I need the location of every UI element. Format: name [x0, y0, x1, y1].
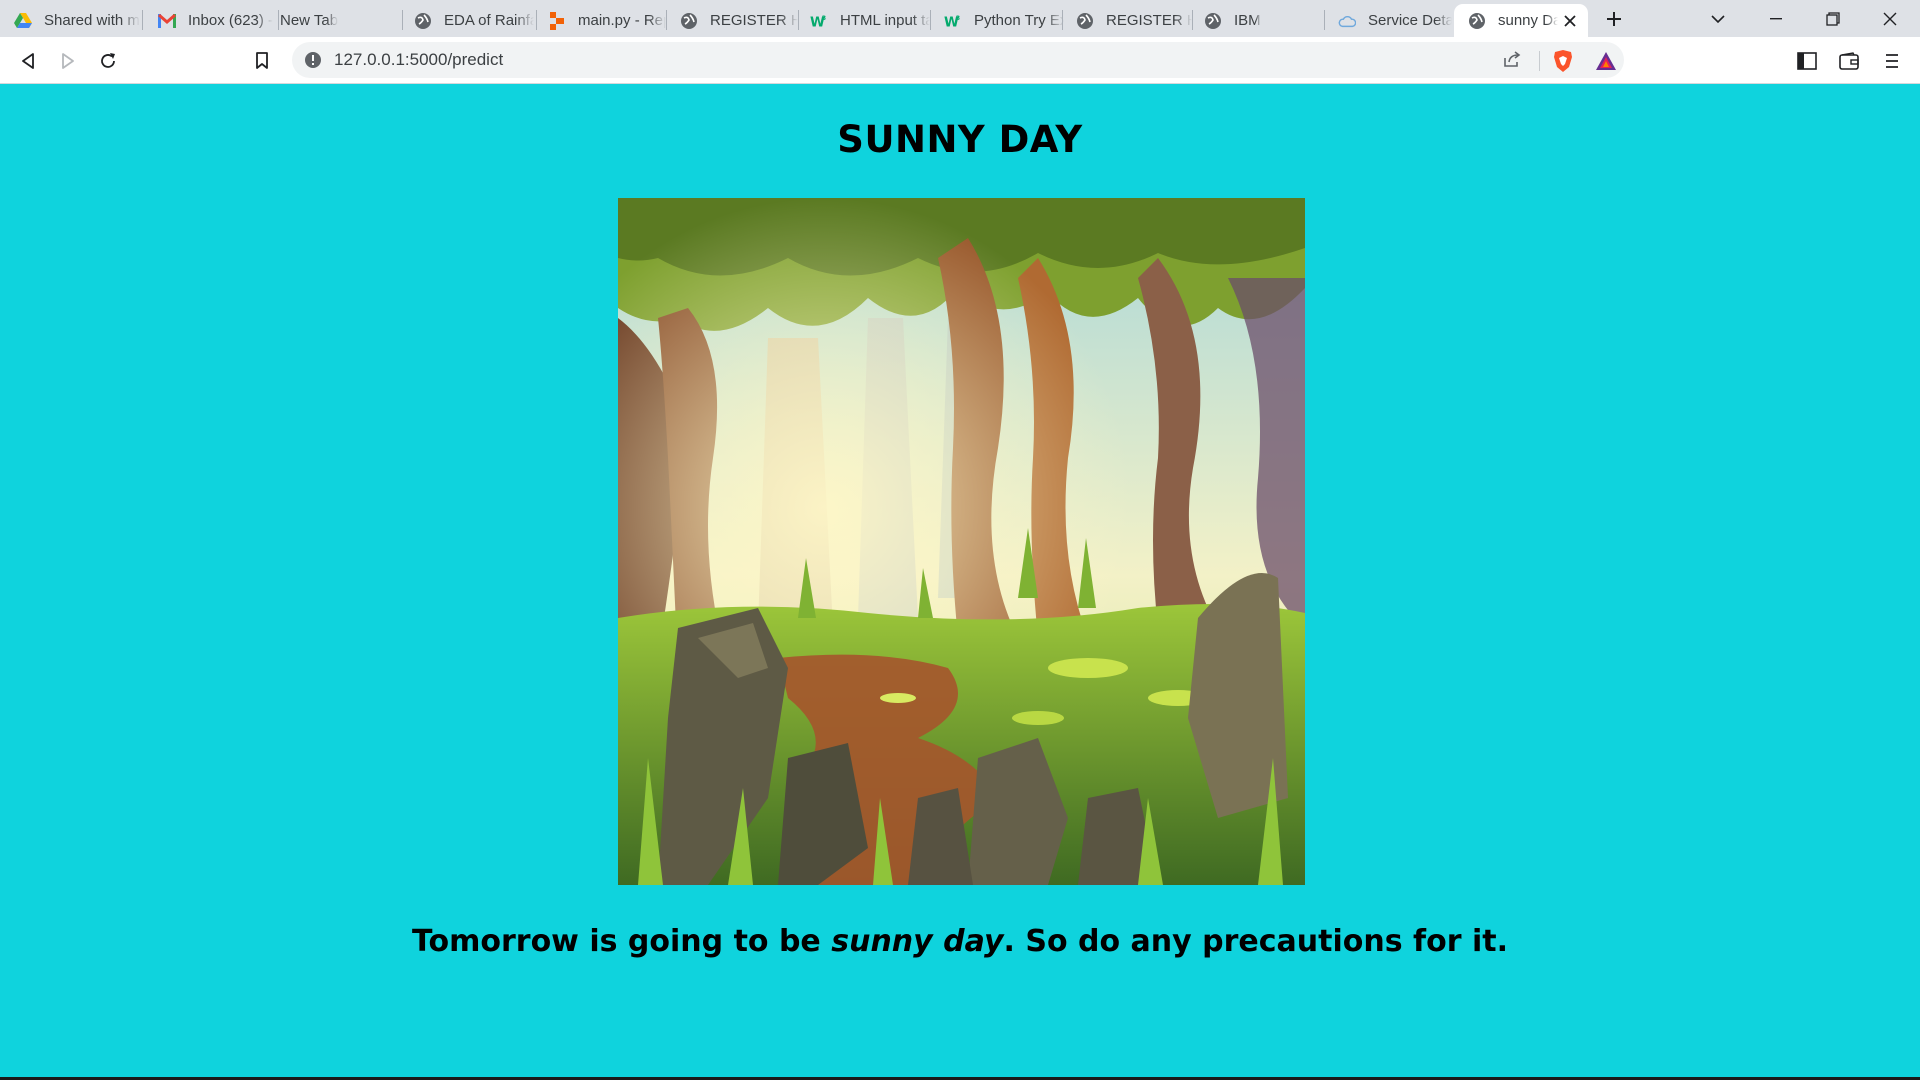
site-info-icon[interactable] — [304, 51, 322, 74]
tab-search-chevron-down-icon[interactable] — [1703, 4, 1733, 34]
forward-button[interactable] — [52, 45, 84, 77]
svg-text:3: 3 — [822, 15, 826, 22]
brave-rewards-icon[interactable] — [1590, 45, 1622, 77]
bookmark-icon[interactable] — [246, 45, 278, 77]
new-tab-button[interactable] — [1599, 4, 1629, 34]
url-text: 127.0.0.1:5000/predict — [334, 50, 504, 69]
tab-python-try-except[interactable]: W3 Python Try Except — [930, 4, 1064, 37]
w3schools-icon: W3 — [810, 12, 828, 30]
globe-icon — [414, 12, 432, 30]
address-bar[interactable]: 127.0.0.1:5000/predict — [292, 42, 1624, 78]
sidebar-toggle-icon[interactable] — [1791, 45, 1823, 77]
share-icon[interactable] — [1502, 49, 1522, 74]
globe-icon — [1204, 12, 1222, 30]
google-drive-icon — [14, 12, 32, 30]
tab-title: Shared with me — [44, 12, 140, 29]
w3schools-icon: W3 — [944, 12, 962, 30]
globe-icon — [1076, 12, 1094, 30]
tab-sunny-day[interactable]: sunny Day — [1454, 4, 1588, 37]
message-suffix: . So do any precautions for it. — [1003, 924, 1508, 959]
tab-main-py-replit[interactable]: main.py - Replit — [534, 4, 666, 37]
close-window-button[interactable] — [1862, 0, 1918, 37]
globe-icon — [1468, 12, 1486, 30]
gmail-icon — [158, 12, 176, 30]
page-content: SUNNY DAY Tomorrow is going to be sunny … — [0, 84, 1920, 1080]
tab-inbox[interactable]: Inbox (623) - — [144, 4, 276, 37]
tab-new-tab[interactable]: New Tab — [266, 4, 400, 37]
replit-icon — [548, 11, 566, 30]
brave-shields-icon[interactable] — [1547, 45, 1579, 77]
minimize-button[interactable] — [1748, 0, 1804, 37]
page-title: SUNNY DAY — [837, 118, 1083, 161]
tab-title: HTML input tag — [840, 12, 930, 29]
browser-toolbar: 127.0.0.1:5000/predict — [0, 37, 1920, 84]
tab-html-input-tag[interactable]: W3 HTML input tag — [796, 4, 930, 37]
tab-register-here-2[interactable]: REGISTER HERE — [1062, 4, 1192, 37]
wallet-icon[interactable] — [1833, 45, 1865, 77]
tab-ibm[interactable]: IBM — [1190, 4, 1324, 37]
tab-service-details[interactable]: Service Details — [1324, 4, 1452, 37]
restore-button[interactable] — [1805, 0, 1861, 37]
tab-title: New Tab — [280, 12, 339, 29]
close-tab-icon[interactable] — [1560, 11, 1580, 31]
tab-title: REGISTER HERE — [710, 12, 798, 29]
prediction-message: Tomorrow is going to be sunny day. So do… — [0, 924, 1920, 959]
back-button[interactable] — [12, 45, 44, 77]
tab-title: REGISTER HERE — [1106, 12, 1192, 29]
tab-title: main.py - Replit — [578, 12, 666, 29]
tab-title: Inbox (623) - — [188, 12, 274, 29]
forest-scene-image — [618, 198, 1305, 885]
tab-title: Service Details — [1368, 12, 1452, 29]
message-emphasis: sunny day — [831, 924, 1004, 959]
cloud-icon — [1338, 12, 1356, 30]
tab-strip: Shared with me Inbox (623) - New Tab EDA… — [0, 0, 1920, 37]
svg-text:3: 3 — [956, 15, 960, 22]
tab-title: Python Try Except — [974, 12, 1064, 29]
menu-icon[interactable] — [1876, 45, 1908, 77]
globe-icon — [680, 12, 698, 30]
reload-button[interactable] — [92, 45, 124, 77]
message-prefix: Tomorrow is going to be — [412, 924, 832, 959]
tab-shared-with-me[interactable]: Shared with me — [0, 4, 140, 37]
tab-title: IBM — [1234, 12, 1261, 29]
tab-register-here-1[interactable]: REGISTER HERE — [666, 4, 798, 37]
address-divider — [1539, 51, 1540, 71]
tab-eda-of-rainfall[interactable]: EDA of Rainfall — [400, 4, 534, 37]
tab-title: sunny Day — [1498, 12, 1558, 29]
tab-title: EDA of Rainfall — [444, 12, 534, 29]
